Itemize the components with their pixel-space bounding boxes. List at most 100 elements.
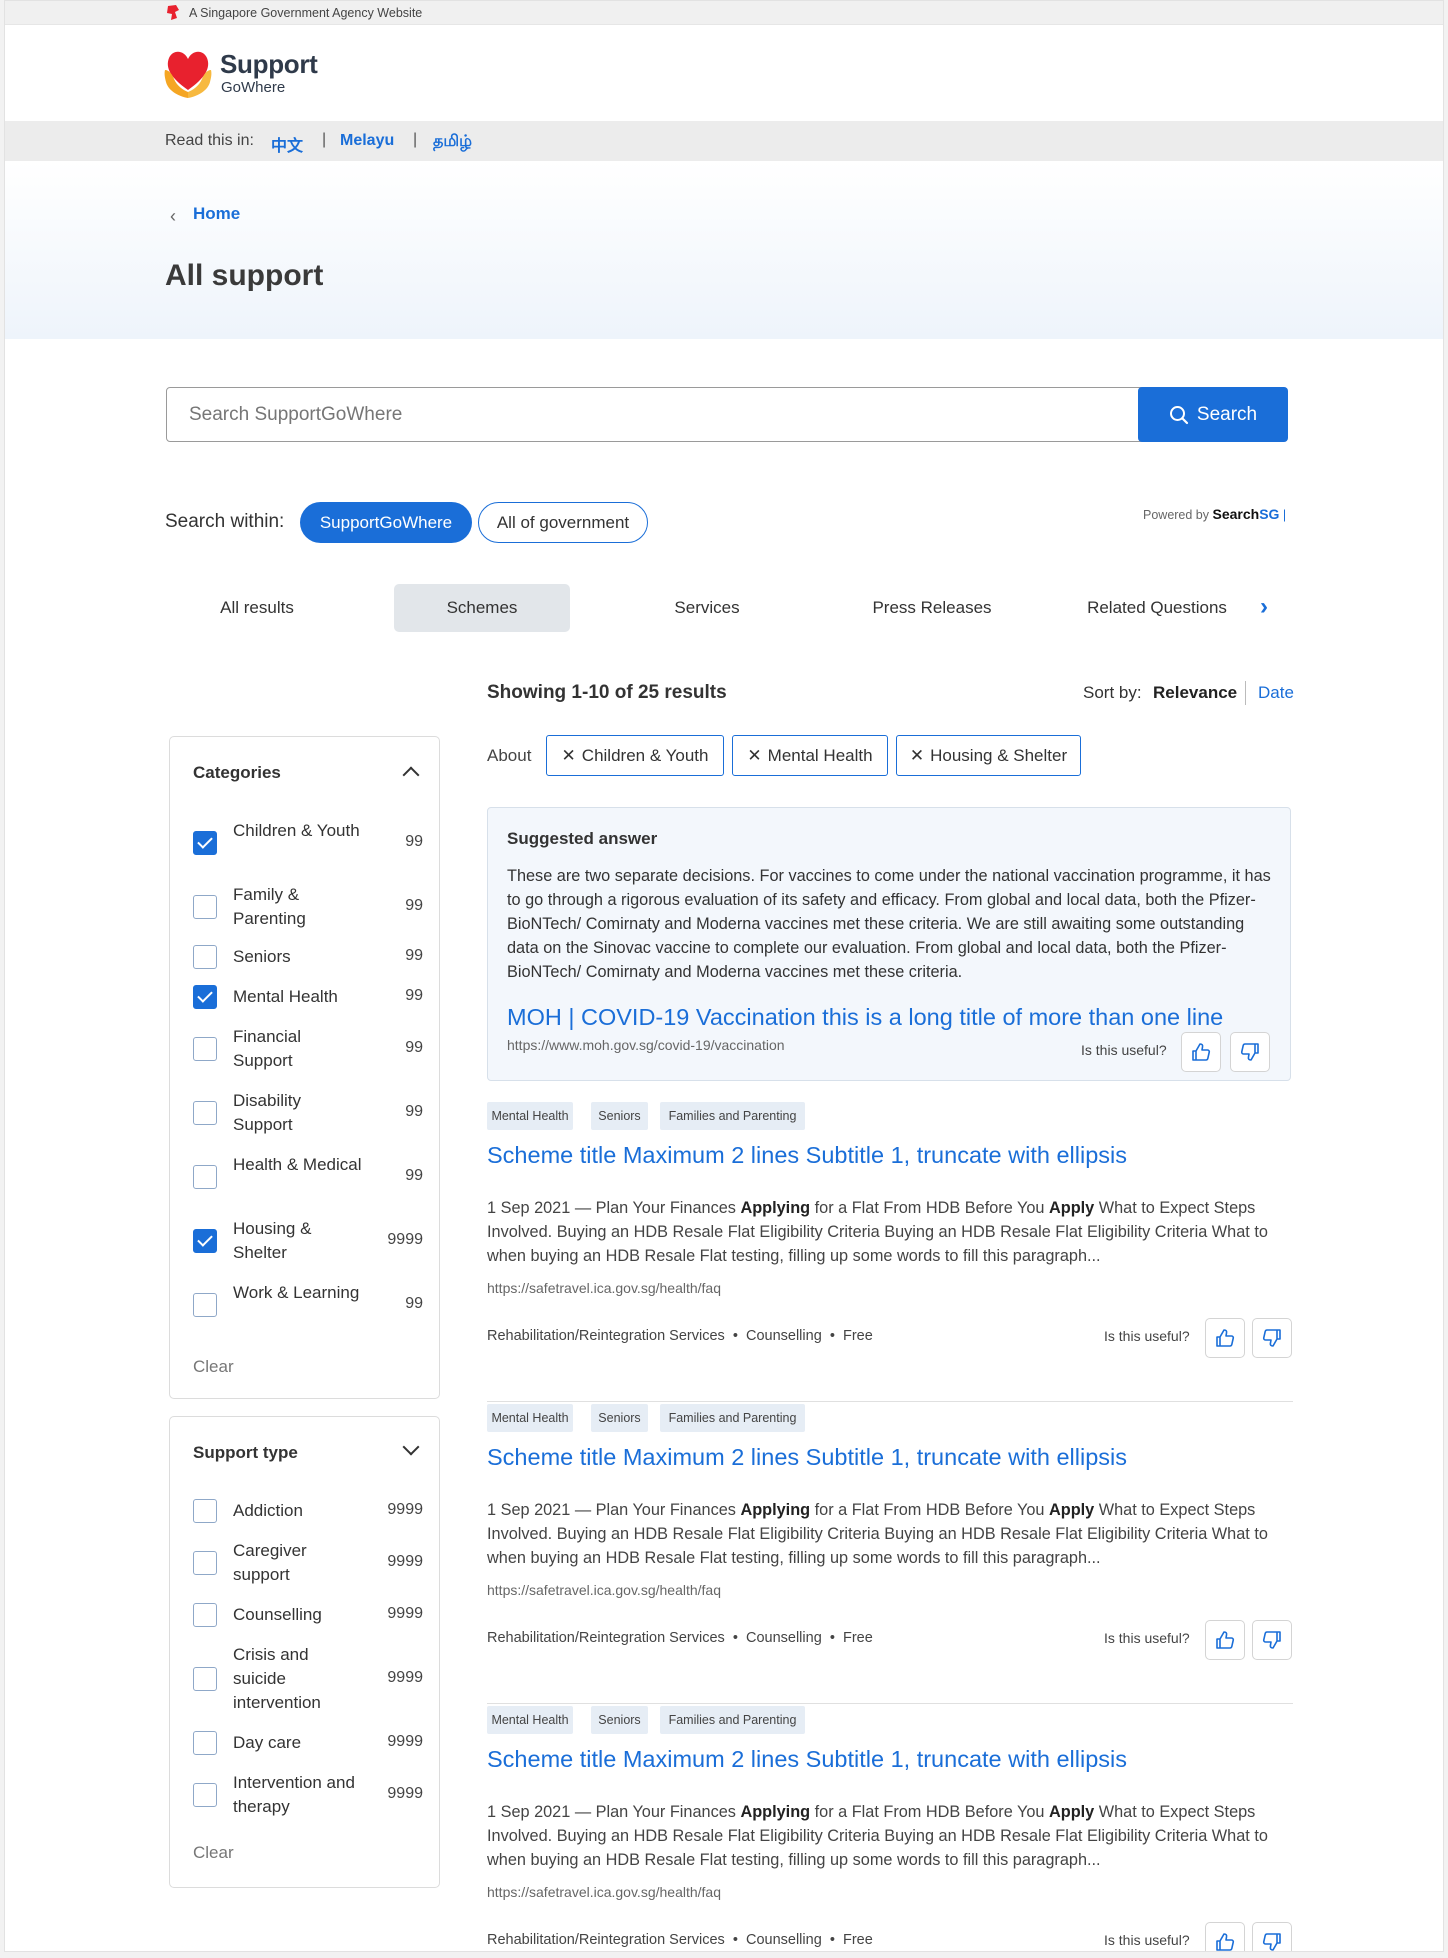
category-option-family-parenting[interactable]: Family & Parenting 99: [193, 883, 423, 931]
thumbs-down-button[interactable]: [1252, 1620, 1292, 1660]
checkbox[interactable]: [193, 1101, 217, 1125]
filter-chip-children-youth[interactable]: ✕ Children & Youth: [546, 735, 724, 776]
search-button[interactable]: Search: [1138, 387, 1288, 442]
thumbs-up-button[interactable]: [1205, 1318, 1245, 1358]
filter-chip-mental-health[interactable]: ✕ Mental Health: [732, 735, 888, 776]
checkbox[interactable]: [193, 895, 217, 919]
checkbox[interactable]: [193, 1499, 217, 1523]
filter-chip-housing-shelter[interactable]: ✕ Housing & Shelter: [896, 735, 1081, 776]
thumbs-up-button[interactable]: [1181, 1032, 1221, 1072]
snippet-highlight: Applying: [740, 1803, 811, 1821]
search-input[interactable]: [166, 387, 1142, 442]
support-type-option-intervention-therapy[interactable]: Intervention and therapy 9999: [193, 1771, 423, 1819]
checkbox[interactable]: [193, 1783, 217, 1807]
result-tag: Mental Health: [487, 1706, 573, 1734]
language-separator: |: [413, 131, 418, 148]
thumbs-down-button[interactable]: [1252, 1922, 1292, 1951]
support-type-option-day-care[interactable]: Day care 9999: [193, 1731, 423, 1755]
support-type-option-addiction[interactable]: Addiction 9999: [193, 1499, 423, 1523]
support-type-count: 9999: [387, 1669, 423, 1686]
chip-label: Housing & Shelter: [930, 745, 1068, 765]
category-label: Work & Learning: [233, 1283, 360, 1302]
checkbox[interactable]: [193, 1293, 217, 1317]
category-option-seniors[interactable]: Seniors 99: [193, 945, 423, 969]
category-option-work-learning[interactable]: Work & Learning 99: [193, 1281, 423, 1329]
thumbs-down-button[interactable]: [1252, 1318, 1292, 1358]
snippet-highlight: Applying: [740, 1199, 811, 1217]
tab-all-results[interactable]: All results: [169, 584, 345, 632]
page-frame: A Singapore Government Agency Website Su…: [4, 0, 1444, 1952]
category-option-mental-health[interactable]: Mental Health 99: [193, 985, 423, 1009]
checkbox[interactable]: [193, 945, 217, 969]
page-title: All support: [165, 259, 324, 292]
result-snippet: 1 Sep 2021 — Plan Your Finances Applying…: [487, 1800, 1293, 1872]
category-count: 99: [405, 1167, 423, 1184]
result-url: https://safetravel.ica.gov.sg/health/faq: [487, 1280, 721, 1296]
powered-prefix: Powered by: [1143, 508, 1210, 522]
scope-all-government-button[interactable]: All of government: [478, 502, 648, 543]
thumbs-up-icon: [1216, 1933, 1235, 1951]
meta-service: Rehabilitation/Reintegration Services: [487, 1932, 725, 1948]
tab-related-questions[interactable]: Related Questions: [1069, 584, 1245, 632]
thumbs-up-icon: [1216, 1631, 1235, 1649]
tab-press-releases[interactable]: Press Releases: [844, 584, 1020, 632]
tab-schemes[interactable]: Schemes: [394, 584, 570, 632]
checkbox[interactable]: [193, 1551, 217, 1575]
sort-relevance-option[interactable]: Relevance: [1153, 683, 1237, 703]
snippet-text: — Plan Your Finances: [570, 1501, 741, 1519]
category-option-housing-shelter[interactable]: Housing & Shelter 9999: [193, 1217, 423, 1265]
suggested-answer-url: https://www.moh.gov.sg/covid-19/vaccinat…: [507, 1037, 785, 1053]
useful-label: Is this useful?: [1081, 1042, 1167, 1058]
checkbox-checked-icon[interactable]: [193, 985, 217, 1009]
category-option-health-medical[interactable]: Health & Medical 99: [193, 1153, 423, 1201]
powered-brand-search: Search: [1212, 506, 1260, 522]
language-chinese-link[interactable]: 中文: [271, 132, 303, 156]
checkbox[interactable]: [193, 1731, 217, 1755]
meta-type: Counselling: [745, 1630, 822, 1646]
result-title-link[interactable]: Scheme title Maximum 2 lines Subtitle 1,…: [487, 1746, 1127, 1773]
thumbs-down-icon: [1262, 1631, 1281, 1649]
checkbox[interactable]: [193, 1667, 217, 1691]
support-type-clear-button[interactable]: Clear: [193, 1843, 234, 1863]
support-type-label: Day care: [233, 1733, 302, 1752]
category-count: 99: [405, 1295, 423, 1312]
result-title-link[interactable]: Scheme title Maximum 2 lines Subtitle 1,…: [487, 1142, 1127, 1169]
checkbox-checked-icon[interactable]: [193, 831, 217, 855]
support-type-option-caregiver-support[interactable]: Caregiver support 9999: [193, 1539, 423, 1587]
meta-type: Counselling: [745, 1932, 822, 1948]
language-malay-link[interactable]: Melayu: [340, 132, 394, 150]
breadcrumb-home-link[interactable]: Home: [193, 204, 240, 224]
thumbs-up-button[interactable]: [1205, 1922, 1245, 1951]
result-tag: Mental Health: [487, 1404, 573, 1432]
support-type-count: 9999: [387, 1553, 423, 1570]
language-tamil-link[interactable]: தமிழ்: [433, 132, 472, 152]
suggested-answer-link[interactable]: MOH | COVID-19 Vaccination this is a lon…: [507, 1004, 1223, 1031]
snippet-highlight: Apply: [1049, 1803, 1095, 1821]
result-title-link[interactable]: Scheme title Maximum 2 lines Subtitle 1,…: [487, 1444, 1127, 1471]
support-type-option-crisis-suicide-intervention[interactable]: Crisis and suicide intervention 9999: [193, 1643, 423, 1715]
category-option-children-youth[interactable]: Children & Youth 99: [193, 819, 423, 867]
checkbox[interactable]: [193, 1603, 217, 1627]
scope-supportgowhere-button[interactable]: SupportGoWhere: [300, 502, 472, 543]
category-label: Health & Medical: [233, 1155, 362, 1174]
category-option-financial-support[interactable]: Financial Support 99: [193, 1025, 423, 1073]
category-option-disability-support[interactable]: Disability Support 99: [193, 1089, 423, 1137]
search-within-label: Search within:: [165, 511, 285, 532]
checkbox[interactable]: [193, 1165, 217, 1189]
chevron-down-icon[interactable]: [402, 1438, 420, 1456]
category-count: 99: [405, 1039, 423, 1056]
categories-clear-button[interactable]: Clear: [193, 1357, 234, 1377]
support-type-option-counselling[interactable]: Counselling 9999: [193, 1603, 423, 1627]
tab-services[interactable]: Services: [619, 584, 795, 632]
checkbox[interactable]: [193, 1037, 217, 1061]
thumbs-down-icon: [1262, 1933, 1281, 1951]
sort-date-option[interactable]: Date: [1258, 683, 1294, 703]
support-type-label: Addiction: [233, 1501, 303, 1520]
thumbs-down-button[interactable]: [1230, 1032, 1270, 1072]
chevron-up-icon[interactable]: [402, 766, 420, 784]
meta-cost: Free: [842, 1328, 873, 1344]
thumbs-up-button[interactable]: [1205, 1620, 1245, 1660]
result-date: 1 Sep 2021: [487, 1199, 571, 1217]
tabs-next-chevron-right-icon[interactable]: ›: [1260, 593, 1268, 621]
checkbox-checked-icon[interactable]: [193, 1229, 217, 1253]
